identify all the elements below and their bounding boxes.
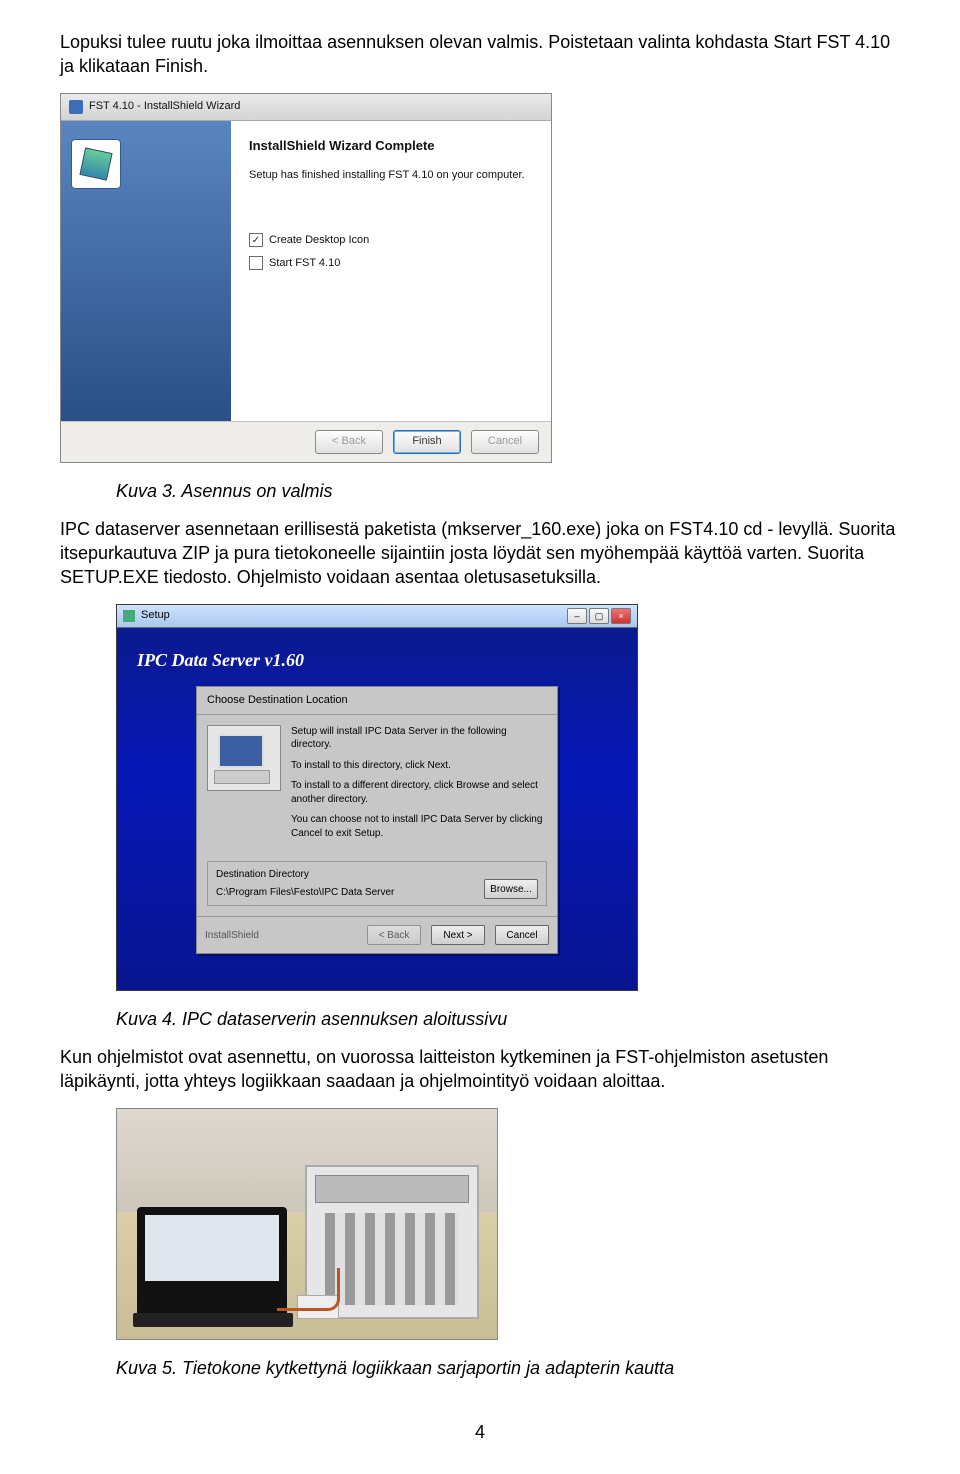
minimize-icon[interactable]: – — [567, 608, 587, 624]
app-icon — [123, 610, 135, 622]
figure-2-caption: Kuva 4. IPC dataserverin asennuksen aloi… — [116, 1007, 900, 1031]
finish-button[interactable]: Finish — [393, 430, 461, 454]
cancel-button[interactable]: Cancel — [471, 430, 539, 454]
installshield-label: InstallShield — [205, 929, 259, 943]
destination-label: Destination Directory — [216, 868, 394, 882]
intro-paragraph: Lopuksi tulee ruutu joka ilmoittaa asenn… — [60, 30, 900, 79]
destination-box: Destination Directory C:\Program Files\F… — [207, 861, 547, 906]
figure-1-caption: Kuva 3. Asennus on valmis — [116, 479, 900, 503]
installer-app-title: IPC Data Server v1.60 — [137, 648, 621, 672]
titlebar-buttons: – ▢ × — [567, 608, 631, 624]
wizard-footer: < Back Finish Cancel — [61, 421, 551, 462]
laptop-icon — [137, 1207, 287, 1317]
figure-2: Setup – ▢ × IPC Data Server v1.60 Choose… — [116, 604, 900, 991]
installshield-window: FST 4.10 - InstallShield Wizard InstallS… — [60, 93, 552, 463]
back-button[interactable]: < Back — [367, 925, 421, 945]
browse-button[interactable]: Browse... — [484, 879, 538, 899]
wizard-heading: InstallShield Wizard Complete — [249, 137, 533, 155]
window-titlebar: FST 4.10 - InstallShield Wizard — [61, 94, 551, 121]
ipc-installer-window: Setup – ▢ × IPC Data Server v1.60 Choose… — [116, 604, 638, 991]
dialog-text: Setup will install IPC Data Server in th… — [291, 725, 547, 848]
back-button[interactable]: < Back — [315, 430, 383, 454]
wizard-icon — [71, 139, 121, 189]
close-icon[interactable]: × — [611, 608, 631, 624]
lab-photo — [116, 1108, 498, 1340]
figure-3-caption: Kuva 5. Tietokone kytkettynä logiikkaan … — [116, 1356, 900, 1380]
destination-dialog: Choose Destination Location Setup will i… — [196, 686, 558, 954]
window-title: Setup — [141, 608, 170, 623]
wizard-side-panel — [61, 121, 231, 421]
destination-path: C:\Program Files\Festo\IPC Data Server — [216, 886, 394, 900]
maximize-icon[interactable]: ▢ — [589, 608, 609, 624]
checkbox-desktop-icon[interactable]: Create Desktop Icon — [249, 233, 533, 248]
dialog-footer: InstallShield < Back Next > Cancel — [197, 916, 557, 953]
mid-paragraph: IPC dataserver asennetaan erillisestä pa… — [60, 517, 900, 590]
checkbox-icon — [249, 233, 263, 247]
checkbox-label: Start FST 4.10 — [269, 256, 340, 271]
checkbox-start-fst[interactable]: Start FST 4.10 — [249, 256, 533, 271]
checkbox-label: Create Desktop Icon — [269, 233, 369, 248]
dialog-heading: Choose Destination Location — [197, 687, 557, 715]
figure-3 — [116, 1108, 900, 1340]
dialog-line: To install to a different directory, cli… — [291, 779, 547, 806]
dialog-line: Setup will install IPC Data Server in th… — [291, 725, 547, 752]
figure-1: FST 4.10 - InstallShield Wizard InstallS… — [60, 93, 900, 463]
next-button[interactable]: Next > — [431, 925, 485, 945]
cancel-button[interactable]: Cancel — [495, 925, 549, 945]
serial-cable — [277, 1268, 340, 1311]
after-fig2-paragraph: Kun ohjelmistot ovat asennettu, on vuoro… — [60, 1045, 900, 1094]
window-titlebar: Setup – ▢ × — [117, 605, 637, 628]
window-title: FST 4.10 - InstallShield Wizard — [89, 99, 240, 114]
computer-icon — [207, 725, 281, 791]
page-number: 4 — [60, 1420, 900, 1444]
app-icon — [69, 100, 83, 114]
checkbox-icon — [249, 256, 263, 270]
dialog-line: You can choose not to install IPC Data S… — [291, 813, 547, 840]
dialog-line: To install to this directory, click Next… — [291, 759, 547, 773]
wizard-text: Setup has finished installing FST 4.10 o… — [249, 168, 533, 183]
